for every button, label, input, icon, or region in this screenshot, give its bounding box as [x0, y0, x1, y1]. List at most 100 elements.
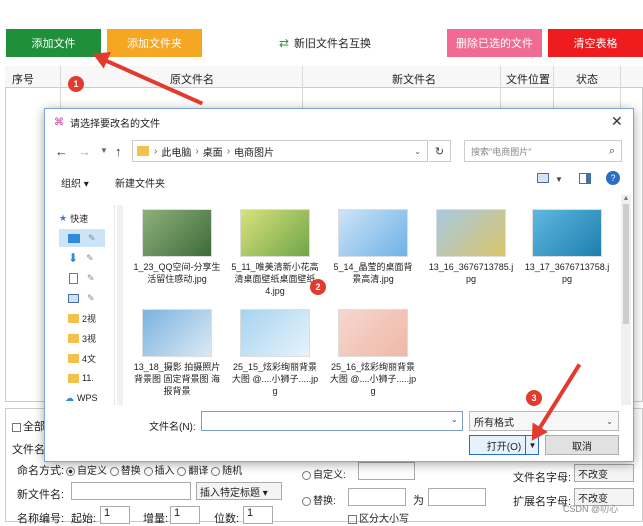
nav-wps[interactable]: ☁ WPS [59, 389, 98, 405]
replace-option[interactable]: 替换: [302, 492, 336, 507]
organize-menu[interactable]: 组织 ▾ [61, 175, 89, 190]
step-input[interactable]: 1 [170, 506, 200, 524]
new-folder-button[interactable]: 新建文件夹 [115, 175, 165, 190]
replace-from-input[interactable] [348, 488, 406, 506]
file-thumbnail[interactable]: 25_15_炫彩绚丽背景大图 @....小狮子.....jpg [231, 309, 319, 397]
checkbox-icon [348, 514, 357, 524]
crumb-folder[interactable]: 电商图片 [234, 144, 274, 159]
annotation-badge-3: 3 [526, 390, 542, 406]
open-label: 打开(O) [486, 441, 522, 453]
history-dropdown-icon[interactable]: ▼ [100, 146, 108, 155]
file-thumbnail[interactable]: 13_16_3676713785.jpg [427, 209, 515, 285]
insert-special-select[interactable]: 插入特定标题 ▾ [196, 482, 282, 500]
custom-input[interactable] [358, 462, 415, 480]
nav-downloads[interactable]: ⬇ ✎ [59, 249, 94, 267]
custom-option[interactable]: 自定义: [302, 466, 346, 481]
file-thumbnail[interactable]: 1_23_QQ空间-分享生活留住感动.jpg [133, 209, 221, 285]
crumb-this-pc[interactable]: 此电脑 [161, 144, 191, 159]
close-icon[interactable]: ✕ [611, 113, 623, 130]
folder-icon [68, 333, 79, 343]
file-grid-scrollbar[interactable]: ▲ [621, 195, 631, 405]
cancel-button[interactable]: 取消 [545, 435, 619, 455]
nav-folder[interactable]: 3视 [59, 329, 96, 347]
radio-icon [211, 466, 221, 476]
clear-table-button[interactable]: 清空表格 [548, 29, 643, 57]
digits-value: 1 [247, 507, 254, 519]
select-all-checkbox[interactable]: 全部 [12, 418, 45, 434]
image-preview [240, 309, 310, 357]
nav-desktop[interactable]: ✎ [59, 229, 105, 247]
nav-pictures[interactable]: ✎ [59, 289, 95, 307]
pin-icon: ✎ [87, 292, 95, 303]
digits-input[interactable]: 1 [243, 506, 273, 524]
filename-dropdown-icon[interactable]: ⌄ [451, 415, 458, 424]
nav-quick-access[interactable]: ★ 快速 [59, 209, 88, 227]
col-header-index: 序号 [12, 74, 34, 86]
help-icon[interactable]: ? [606, 171, 620, 185]
file-thumbnail[interactable]: 5_11_唯美清新小花高清桌面壁纸桌面壁纸4.jpg [231, 209, 319, 297]
radio-icon [143, 466, 153, 476]
swap-names-button[interactable]: ⇄ 新旧文件名互换 [270, 29, 380, 57]
view-dropdown-icon[interactable]: ▼ [555, 175, 563, 184]
file-name: 25_16_炫彩绚丽背景大图 @....小狮子.....jpg [329, 362, 417, 396]
replace-to-input[interactable] [428, 488, 486, 506]
pin-icon: ✎ [86, 252, 94, 263]
view-icon[interactable] [537, 173, 549, 183]
document-icon [69, 272, 78, 284]
back-icon[interactable]: ← [55, 144, 68, 159]
forward-icon[interactable]: → [78, 144, 91, 159]
mode-replace[interactable]: 替换 [109, 466, 141, 477]
pin-icon: ✎ [88, 232, 96, 243]
nav-scrollbar[interactable] [117, 205, 123, 405]
nav-label: WPS [77, 393, 98, 403]
file-name: 13_16_3676713785.jpg [428, 262, 514, 284]
nav-label: 11. [82, 373, 94, 383]
crumb-sep: › [195, 145, 199, 157]
scroll-up-icon[interactable]: ▲ [621, 195, 631, 202]
mode-custom[interactable]: 自定义 [66, 466, 107, 477]
file-thumbnail[interactable]: 25_16_炫彩绚丽背景大图 @....小狮子.....jpg [329, 309, 417, 397]
nav-folder[interactable]: 11. [59, 369, 94, 387]
nav-documents[interactable]: ✎ [59, 269, 95, 287]
swap-icon: ⇄ [278, 36, 290, 50]
delete-selected-button[interactable]: 删除已选的文件 [447, 29, 542, 57]
filename-input[interactable] [201, 411, 463, 431]
preview-pane-icon[interactable] [579, 173, 591, 184]
nav-folder[interactable]: 2视 [59, 309, 96, 327]
image-preview [142, 309, 212, 357]
new-filename-input[interactable] [71, 482, 191, 500]
file-name: 1_23_QQ空间-分享生活留住感动.jpg [133, 262, 221, 284]
nav-folder[interactable]: 4文 [59, 349, 96, 367]
picture-icon [68, 293, 79, 303]
top-strip [0, 0, 643, 26]
file-thumbnail[interactable]: 5_14_晶莹的桌面背景高清.jpg [329, 209, 417, 285]
start-input[interactable]: 1 [100, 506, 130, 524]
scroll-thumb[interactable] [623, 204, 629, 324]
file-thumbnail[interactable]: 13_18_摄影 拍摄照片背景图 固定背景图 海报背景 [133, 309, 221, 397]
start-value: 1 [104, 507, 111, 519]
mode-insert[interactable]: 插入 [143, 466, 175, 477]
file-name: 25_15_炫彩绚丽背景大图 @....小狮子.....jpg [231, 362, 319, 396]
mode-translate[interactable]: 翻译 [177, 466, 208, 477]
file-thumbnail[interactable]: 13_17_3676713758.jpg [523, 209, 611, 285]
image-preview [142, 209, 212, 257]
download-icon: ⬇ [68, 251, 79, 265]
file-name: 5_14_晶莹的桌面背景高清.jpg [333, 262, 413, 284]
annotation-badge-2: 2 [310, 279, 326, 295]
chevron-down-icon[interactable]: ⌄ [414, 147, 421, 156]
filename-case-select[interactable]: 不改变 [574, 464, 634, 482]
section-file-label: 文件名 [12, 444, 45, 456]
refresh-icon[interactable]: ↻ [429, 140, 451, 162]
address-bar[interactable]: › 此电脑 › 桌面 › 电商图片 ⌄ [132, 140, 428, 162]
add-folder-button[interactable]: 添加文件夹 [107, 29, 202, 57]
crumb-sep: › [154, 145, 158, 157]
search-box[interactable]: 搜索"电商图片" ⌕ [464, 140, 622, 162]
crumb-desktop[interactable]: 桌面 [203, 144, 223, 159]
pin-icon: ✎ [87, 272, 95, 283]
case-sensitive-checkbox[interactable]: 区分大小写 [348, 510, 409, 525]
checkbox-icon [12, 422, 21, 432]
add-file-button[interactable]: 添加文件 [6, 29, 101, 57]
custom-label: 自定义: [313, 470, 346, 481]
mode-random[interactable]: 随机 [211, 466, 242, 477]
up-icon[interactable]: ↑ [115, 144, 122, 159]
